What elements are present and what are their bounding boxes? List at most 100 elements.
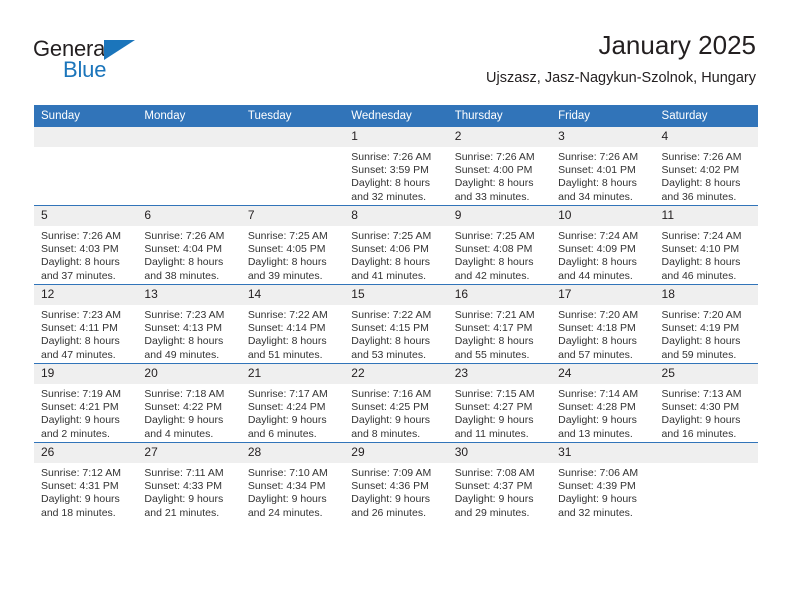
- page-header: General Blue January 2025 Ujszasz, Jasz-…: [0, 0, 792, 100]
- calendar-day-cell[interactable]: 5 Sunrise: 7:26 AM Sunset: 4:03 PM Daylight…: [34, 205, 138, 285]
- sunset-line: Sunset: 4:13 PM: [144, 322, 223, 335]
- sunset-line: Sunset: 4:02 PM: [661, 164, 740, 177]
- daylight-line-2: and 51 minutes.: [247, 348, 323, 361]
- daylight-line-2: and 26 minutes.: [351, 506, 426, 519]
- sunset-line: Sunset: 4:01 PM: [558, 164, 636, 177]
- calendar-page: General Blue January 2025 Ujszasz, Jasz-…: [0, 0, 792, 612]
- daylight-line-2: and 18 minutes.: [41, 506, 116, 519]
- calendar-day-cell[interactable]: 20 Sunrise: 7:18 AM Sunset: 4:22 PM Dayligh…: [137, 363, 241, 443]
- daylight-line-2: and 34 minutes.: [558, 190, 633, 203]
- sunset-line: Sunset: 3:59 PM: [351, 164, 429, 177]
- calendar-day-cell[interactable]: 31 Sunrise: 7:06 AM Sunset: 4:39 PM Dayligh…: [551, 442, 655, 521]
- sunset-line: Sunset: 4:18 PM: [558, 322, 636, 335]
- day-details: Sunrise: 7:24 AM Sunset: 4:10 PM Daylight:…: [655, 226, 758, 283]
- calendar-day-cell[interactable]: 27 Sunrise: 7:11 AM Sunset: 4:33 PM Dayligh…: [137, 442, 241, 521]
- calendar-day-cell[interactable]: 1 Sunrise: 7:26 AM Sunset: 3:59 PM Daylight…: [344, 127, 448, 206]
- calendar-day-cell[interactable]: 18 Sunrise: 7:20 AM Sunset: 4:19 PM Dayligh…: [654, 284, 758, 364]
- day-number: 2: [447, 127, 552, 147]
- daylight-line: Daylight: 8 hours: [351, 335, 431, 348]
- sunrise-line: Sunrise: 7:20 AM: [661, 309, 742, 321]
- calendar-day-cell[interactable]: 4 Sunrise: 7:26 AM Sunset: 4:02 PM Daylight…: [654, 127, 758, 206]
- day-number: 6: [137, 206, 241, 226]
- day-details: Sunrise: 7:25 AM Sunset: 4:08 PM Daylight:…: [448, 226, 551, 283]
- sunset-line: Sunset: 4:17 PM: [454, 322, 533, 335]
- daylight-line-2: and 16 minutes.: [661, 427, 737, 440]
- calendar-week-row: 5 Sunrise: 7:26 AM Sunset: 4:03 PM Daylight…: [34, 205, 758, 285]
- daylight-line: Daylight: 9 hours: [351, 493, 431, 506]
- daylight-line: Daylight: 8 hours: [558, 256, 637, 269]
- calendar-day-cell[interactable]: 28 Sunrise: 7:10 AM Sunset: 4:34 PM Dayligh…: [240, 442, 345, 521]
- calendar-empty-cell: [34, 127, 138, 206]
- calendar-day-cell[interactable]: 22 Sunrise: 7:16 AM Sunset: 4:25 PM Dayligh…: [344, 363, 448, 443]
- calendar-day-cell[interactable]: 24 Sunrise: 7:14 AM Sunset: 4:28 PM Dayligh…: [551, 363, 655, 443]
- calendar-day-cell[interactable]: 26 Sunrise: 7:12 AM Sunset: 4:31 PM Dayligh…: [34, 442, 138, 521]
- calendar-day-cell[interactable]: 15 Sunrise: 7:22 AM Sunset: 4:15 PM Dayligh…: [344, 284, 448, 364]
- daylight-line: Daylight: 9 hours: [41, 414, 120, 427]
- day-details: Sunrise: 7:21 AM Sunset: 4:17 PM Daylight:…: [448, 305, 551, 362]
- sunrise-line: Sunrise: 7:09 AM: [351, 467, 432, 479]
- sunrise-line: Sunrise: 7:26 AM: [351, 151, 432, 163]
- weekday-header-tuesday: Tuesday: [240, 105, 345, 127]
- day-number: 16: [447, 285, 552, 305]
- calendar-empty-cell: [137, 127, 241, 206]
- calendar-week-row: 26 Sunrise: 7:12 AM Sunset: 4:31 PM Dayligh…: [34, 442, 758, 521]
- day-number: 8: [344, 206, 448, 226]
- day-details: Sunrise: 7:25 AM Sunset: 4:06 PM Daylight:…: [344, 226, 447, 283]
- calendar-day-cell[interactable]: 13 Sunrise: 7:23 AM Sunset: 4:13 PM Dayligh…: [137, 284, 241, 364]
- sunrise-line: Sunrise: 7:11 AM: [144, 467, 224, 479]
- day-number: 1: [344, 127, 448, 147]
- day-number: 9: [447, 206, 552, 226]
- calendar-day-cell[interactable]: 30 Sunrise: 7:08 AM Sunset: 4:37 PM Dayligh…: [447, 442, 552, 521]
- daylight-line-2: and 32 minutes.: [351, 190, 426, 203]
- calendar-day-cell[interactable]: 11 Sunrise: 7:24 AM Sunset: 4:10 PM Dayligh…: [654, 205, 758, 285]
- calendar-day-cell[interactable]: 19 Sunrise: 7:19 AM Sunset: 4:21 PM Dayligh…: [34, 363, 138, 443]
- sunrise-line: Sunrise: 7:26 AM: [144, 230, 225, 242]
- sunrise-line: Sunrise: 7:19 AM: [41, 388, 121, 400]
- sunrise-line: Sunrise: 7:26 AM: [558, 151, 639, 163]
- sunrise-line: Sunrise: 7:24 AM: [661, 230, 742, 242]
- calendar-body: 1 Sunrise: 7:26 AM Sunset: 3:59 PM Daylight…: [34, 127, 758, 521]
- calendar-day-cell[interactable]: 29 Sunrise: 7:09 AM Sunset: 4:36 PM Dayligh…: [344, 442, 448, 521]
- calendar-day-cell[interactable]: 6 Sunrise: 7:26 AM Sunset: 4:04 PM Daylight…: [137, 205, 241, 285]
- calendar-day-cell[interactable]: 12 Sunrise: 7:23 AM Sunset: 4:11 PM Dayligh…: [34, 284, 138, 364]
- day-details: Sunrise: 7:26 AM Sunset: 4:04 PM Daylight:…: [137, 226, 240, 283]
- sunset-line: Sunset: 4:24 PM: [247, 401, 326, 414]
- weekday-header-monday: Monday: [137, 105, 241, 127]
- calendar-day-cell[interactable]: 16 Sunrise: 7:21 AM Sunset: 4:17 PM Dayligh…: [447, 284, 552, 364]
- day-number: [137, 127, 241, 147]
- calendar-day-cell[interactable]: 8 Sunrise: 7:25 AM Sunset: 4:06 PM Daylight…: [344, 205, 448, 285]
- day-details: Sunrise: 7:24 AM Sunset: 4:09 PM Daylight:…: [551, 226, 654, 283]
- day-details: Sunrise: 7:14 AM Sunset: 4:28 PM Daylight:…: [551, 384, 654, 441]
- sunset-line: Sunset: 4:37 PM: [454, 480, 533, 493]
- calendar-day-cell[interactable]: 17 Sunrise: 7:20 AM Sunset: 4:18 PM Dayligh…: [551, 284, 655, 364]
- calendar-day-cell[interactable]: 7 Sunrise: 7:25 AM Sunset: 4:05 PM Daylight…: [240, 205, 345, 285]
- day-number: 5: [34, 206, 138, 226]
- sunrise-line: Sunrise: 7:13 AM: [661, 388, 742, 400]
- sunset-line: Sunset: 4:03 PM: [41, 243, 119, 256]
- daylight-line: Daylight: 8 hours: [661, 177, 741, 190]
- calendar-day-cell[interactable]: 14 Sunrise: 7:22 AM Sunset: 4:14 PM Dayligh…: [240, 284, 345, 364]
- day-number: 7: [240, 206, 345, 226]
- sunrise-line: Sunrise: 7:10 AM: [247, 467, 328, 479]
- calendar-day-cell[interactable]: 3 Sunrise: 7:26 AM Sunset: 4:01 PM Daylight…: [551, 127, 655, 206]
- calendar-day-cell[interactable]: 2 Sunrise: 7:26 AM Sunset: 4:00 PM Daylight…: [447, 127, 552, 206]
- calendar-day-cell[interactable]: 25 Sunrise: 7:13 AM Sunset: 4:30 PM Dayligh…: [654, 363, 758, 443]
- daylight-line: Daylight: 8 hours: [247, 256, 327, 269]
- calendar-day-cell[interactable]: 9 Sunrise: 7:25 AM Sunset: 4:08 PM Daylight…: [447, 205, 552, 285]
- sunrise-line: Sunrise: 7:21 AM: [454, 309, 535, 321]
- calendar-day-cell[interactable]: 10 Sunrise: 7:24 AM Sunset: 4:09 PM Dayligh…: [551, 205, 655, 285]
- sunrise-line: Sunrise: 7:24 AM: [558, 230, 639, 242]
- sunrise-line: Sunrise: 7:23 AM: [144, 309, 225, 321]
- sunset-line: Sunset: 4:31 PM: [41, 480, 119, 493]
- day-details: Sunrise: 7:11 AM Sunset: 4:33 PM Daylight:…: [137, 463, 240, 520]
- day-details: Sunrise: 7:22 AM Sunset: 4:14 PM Daylight:…: [241, 305, 344, 362]
- calendar-week-row: 19 Sunrise: 7:19 AM Sunset: 4:21 PM Dayligh…: [34, 363, 758, 443]
- day-number: 3: [551, 127, 655, 147]
- sunrise-line: Sunrise: 7:16 AM: [351, 388, 432, 400]
- calendar-day-cell[interactable]: 23 Sunrise: 7:15 AM Sunset: 4:27 PM Dayligh…: [447, 363, 552, 443]
- calendar-day-cell[interactable]: 21 Sunrise: 7:17 AM Sunset: 4:24 PM Dayligh…: [240, 363, 345, 443]
- daylight-line-2: and 2 minutes.: [41, 427, 110, 440]
- sunset-line: Sunset: 4:14 PM: [247, 322, 326, 335]
- sunrise-line: Sunrise: 7:26 AM: [661, 151, 742, 163]
- calendar-table: Sunday Monday Tuesday Wednesday Thursday…: [34, 105, 758, 521]
